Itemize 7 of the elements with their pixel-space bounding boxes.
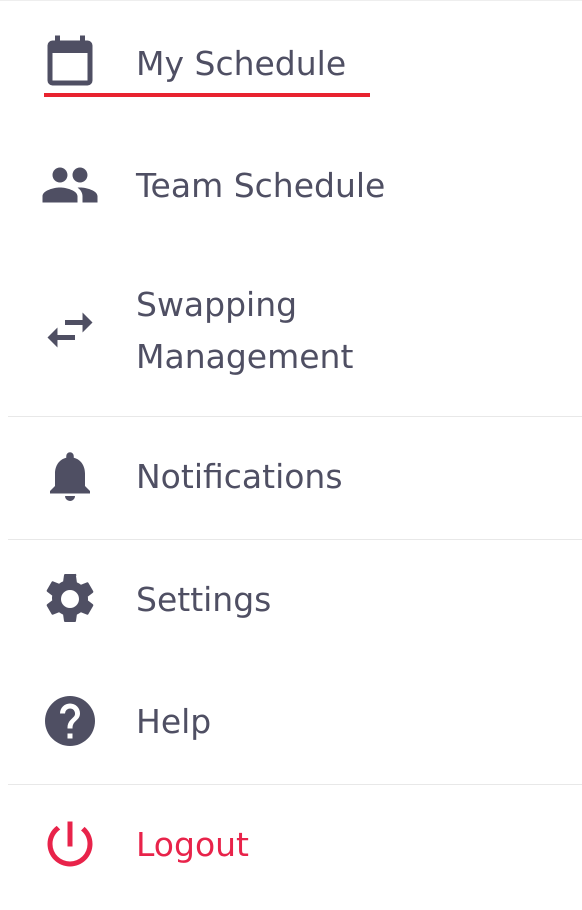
menu-item[interactable]: Notifications [44, 446, 367, 510]
menu-item[interactable]: Help [44, 691, 236, 755]
menu-item[interactable]: My Schedule [44, 33, 370, 97]
menu-item[interactable]: Swapping Management [44, 277, 490, 387]
menu-item[interactable]: Team Schedule [44, 155, 410, 219]
menu-item[interactable]: Settings [44, 569, 296, 633]
menu-item[interactable]: Logout [44, 814, 273, 878]
